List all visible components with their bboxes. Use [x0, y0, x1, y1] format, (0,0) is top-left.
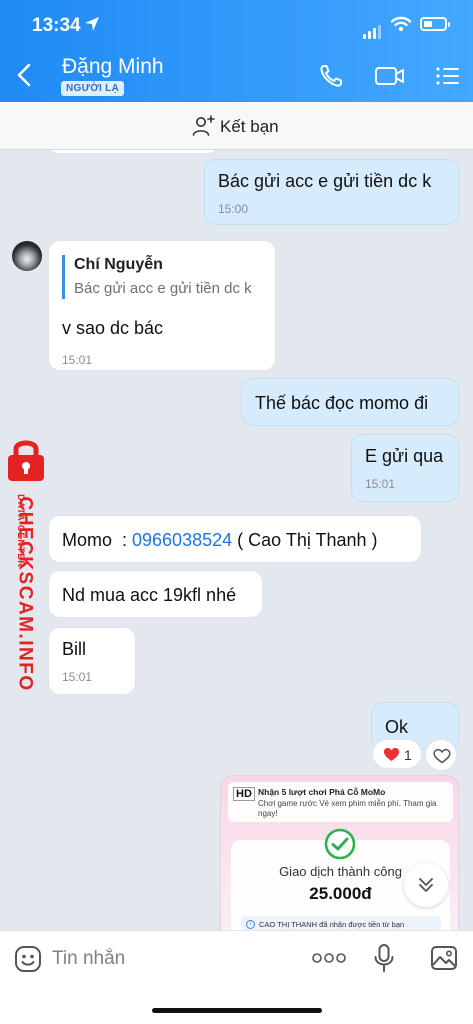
message-time: 15:01: [365, 477, 396, 491]
message-bubble-incoming-reply[interactable]: Chí Nguyễn Bác gửi acc e gửi tiền dc k v…: [48, 240, 276, 371]
transaction-note: i CAO THỊ THANH đã nhận được tiền từ bạn: [241, 916, 441, 930]
more-options-icon[interactable]: [312, 951, 346, 965]
message-bubble-outgoing[interactable]: Bác gửi acc e gửi tiền dc k 15:00: [204, 159, 459, 225]
promo-title: Nhận 5 lượt chơi Phá Cỗ MoMo: [258, 787, 386, 797]
back-icon[interactable]: [14, 62, 36, 88]
message-time: 15:00: [218, 202, 249, 216]
message-bubble-incoming[interactable]: Momo : 0966038524 ( Cao Thị Thanh ): [48, 515, 422, 563]
message-text: Thế bác đọc momo đi: [255, 393, 429, 413]
wifi-icon: [391, 16, 411, 32]
sticker-emoji-icon[interactable]: [14, 945, 42, 973]
watermark-lock-icon: [8, 440, 44, 481]
success-check-icon: [324, 828, 356, 860]
message-bubble-incoming[interactable]: Bill 15:01: [48, 627, 136, 695]
status-bar: 13:34: [0, 12, 473, 42]
message-text: Bác gửi acc e gửi tiền dc k: [218, 171, 432, 191]
reaction-badge[interactable]: 1: [372, 739, 422, 769]
stranger-badge: NGƯỜI LẠ: [61, 81, 125, 96]
contact-name[interactable]: Đặng Minh: [62, 55, 164, 79]
phone-icon[interactable]: [317, 62, 345, 90]
video-call-icon[interactable]: [374, 62, 406, 90]
microphone-icon[interactable]: [373, 943, 395, 973]
reply-quote-text: Bác gửi acc e gửi tiền dc k: [74, 280, 252, 297]
chat-messages[interactable]: Bác gửi acc e gửi tiền dc k 15:00 Chí Ng…: [0, 150, 473, 930]
cellular-signal-icon: [363, 21, 383, 39]
add-friend-label: Kết bạn: [220, 117, 279, 136]
message-text: v sao dc bác: [62, 318, 164, 338]
menu-list-icon[interactable]: [434, 62, 462, 90]
battery-icon: [420, 17, 450, 31]
scroll-to-bottom-button[interactable]: [404, 863, 448, 907]
reaction-count: 1: [404, 747, 412, 763]
avatar[interactable]: [12, 241, 42, 271]
react-button[interactable]: [425, 739, 457, 771]
chat-header: 13:34 Đặng Minh NGƯỜI LẠ: [0, 0, 473, 102]
hd-tag[interactable]: HD: [233, 787, 255, 801]
phone-number-link[interactable]: 0966038524: [132, 530, 232, 550]
message-text: E gửi qua: [365, 446, 444, 466]
add-friend-icon: [192, 115, 215, 136]
message-text: Nd mua acc 19kfl nhé: [62, 585, 237, 605]
message-text: Ok: [385, 717, 409, 737]
heart-icon: [383, 747, 400, 762]
reply-quote-name: Chí Nguyễn: [74, 256, 163, 273]
home-indicator: [152, 1008, 322, 1013]
info-icon: i: [246, 920, 255, 929]
message-input[interactable]: [52, 943, 292, 975]
location-arrow-icon: [85, 17, 99, 31]
message-time: 15:01: [62, 353, 93, 367]
message-bubble-outgoing[interactable]: E gửi qua 15:01: [351, 434, 459, 502]
image-gallery-icon[interactable]: [430, 944, 458, 972]
add-friend-bar[interactable]: Kết bạn: [0, 102, 473, 150]
watermark-brand: CHECKSCAM.INFO: [14, 496, 36, 692]
transaction-note-text: CAO THỊ THANH đã nhận được tiền từ bạn: [259, 920, 405, 929]
clock: 13:34: [32, 15, 81, 36]
message-bubble-outgoing[interactable]: Thế bác đọc momo đi: [241, 378, 459, 426]
promo-banner: HD Nhận 5 lượt chơi Phá Cỗ MoMo Chơi gam…: [228, 782, 453, 822]
reply-quote[interactable]: Chí Nguyễn Bác gửi acc e gửi tiền dc k: [62, 255, 262, 299]
message-text-suffix: ( Cao Thị Thanh ): [232, 530, 378, 550]
message-bubble-incoming[interactable]: Nd mua acc 19kfl nhé: [48, 570, 263, 618]
message-text: Bill: [62, 639, 87, 659]
message-text-prefix: Momo :: [62, 530, 133, 550]
double-chevron-down-icon: [419, 878, 433, 892]
heart-outline-icon: [433, 748, 451, 764]
message-bubble-partial: [48, 150, 218, 154]
message-time: 15:01: [62, 670, 93, 684]
promo-subtitle: Chơi game rước Vé xem phim miễn phí. Tha…: [258, 799, 437, 818]
